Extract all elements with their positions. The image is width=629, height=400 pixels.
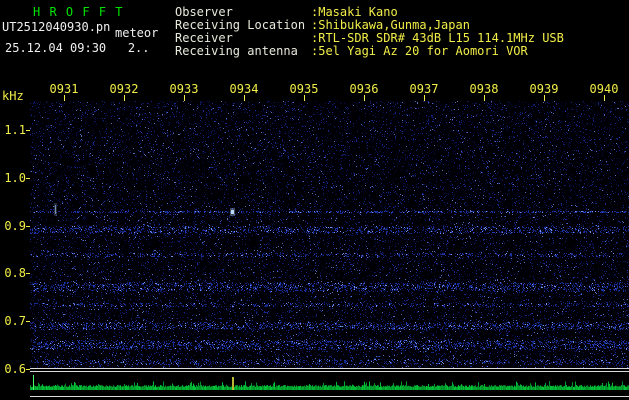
datetime-line: 25.12.04 09:30 2.. (5, 41, 150, 55)
station-code: meteor (115, 26, 159, 40)
x-tick-label: 0937 (409, 82, 439, 96)
info-label-receiver: Receiver (175, 31, 233, 45)
x-tick-label: 0933 (169, 82, 199, 96)
y-tick-mark (26, 369, 30, 370)
y-tick-label: 1.1 (4, 123, 26, 137)
signal-level-strip (30, 372, 629, 395)
x-tick-label: 0932 (109, 82, 139, 96)
info-label-observer: Observer (175, 5, 233, 19)
info-value-observer: :Masaki Kano (311, 5, 398, 19)
spectrogram-canvas (30, 101, 629, 368)
x-tick-label: 0939 (529, 82, 559, 96)
x-tick-label: 0938 (469, 82, 499, 96)
y-tick-label: 0.9 (4, 219, 26, 233)
info-value-receiver: :RTL-SDR SDR# 43dB L15 114.1MHz USB (311, 31, 564, 45)
y-axis-unit-label: kHz (2, 89, 24, 103)
y-tick-label: 0.6 (4, 362, 26, 376)
y-tick-label: 1.0 (4, 171, 26, 185)
x-tick-label: 0935 (289, 82, 319, 96)
hrofft-window: H R O F F T UT2512040930.pn meteor 25.12… (0, 0, 629, 400)
x-tick-label: 0940 (589, 82, 619, 96)
x-tick-label: 0934 (229, 82, 259, 96)
x-tick-label: 0931 (49, 82, 79, 96)
bottom-border-line (30, 396, 629, 397)
y-tick-label: 0.7 (4, 314, 26, 328)
app-title: H R O F F T (33, 5, 124, 19)
divider-line-upper (30, 368, 629, 369)
info-value-antenna: :5el Yagi Az 20 for Aomori VOR (311, 44, 528, 58)
info-value-location: :Shibukawa,Gunma,Japan (311, 18, 470, 32)
x-tick-label: 0936 (349, 82, 379, 96)
info-label-antenna: Receiving antenna (175, 44, 298, 58)
info-label-location: Receiving Location (175, 18, 306, 32)
y-tick-label: 0.8 (4, 266, 26, 280)
output-filename: UT2512040930.pn (2, 20, 111, 34)
